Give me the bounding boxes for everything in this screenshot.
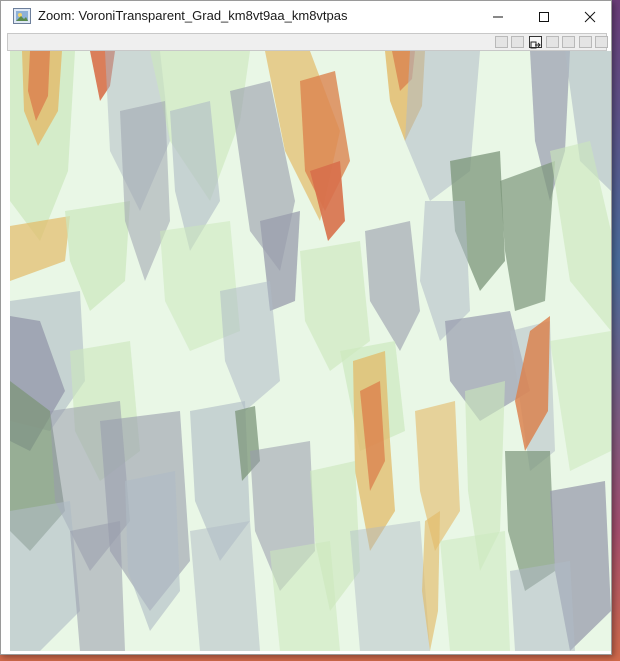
close-icon: [584, 11, 596, 22]
voronoi-transparent-image: [10, 51, 611, 651]
app-icon: [13, 8, 31, 24]
window-title: Zoom: VoroniTransparent_Grad_km8vt9aa_km…: [38, 8, 348, 23]
zoom-image-canvas[interactable]: [10, 51, 611, 651]
zoom-toolbar: [7, 33, 608, 51]
maximize-button[interactable]: [521, 1, 567, 32]
scroll-down-button[interactable]: [562, 36, 575, 48]
grid-button[interactable]: [579, 36, 592, 48]
minimize-icon: [493, 16, 503, 17]
scroll-up-button[interactable]: [546, 36, 559, 48]
export-icon: [530, 41, 541, 49]
export-button[interactable]: [529, 36, 542, 49]
title-bar[interactable]: Zoom: VoroniTransparent_Grad_km8vt9aa_km…: [1, 1, 611, 32]
minimize-button[interactable]: [475, 1, 521, 32]
zoom-reset-button[interactable]: [511, 36, 524, 48]
zoom-fit-button[interactable]: [495, 36, 508, 48]
close-button[interactable]: [567, 1, 613, 32]
zoom-window: Zoom: VoroniTransparent_Grad_km8vt9aa_km…: [0, 0, 612, 655]
settings-button[interactable]: [595, 36, 608, 48]
maximize-icon: [539, 11, 549, 22]
